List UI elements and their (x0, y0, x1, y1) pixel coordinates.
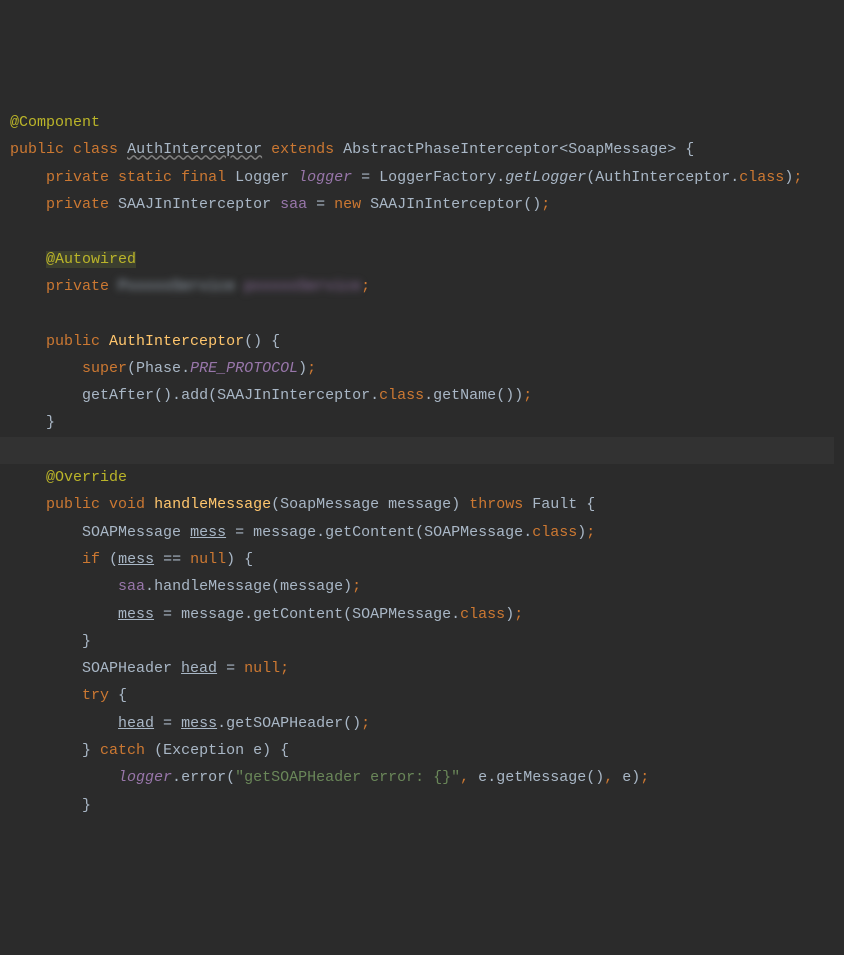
blurred-type: PxxxxxService (118, 278, 235, 295)
line-3: private static final Logger logger = Log… (10, 169, 802, 186)
line-14: @Override (10, 469, 127, 486)
line-2: public class AuthInterceptor extends Abs… (10, 141, 694, 158)
line-21: SOAPHeader head = null; (10, 660, 289, 677)
line-17: if (mess == null) { (10, 551, 253, 568)
annotation-autowired: @Autowired (46, 251, 136, 268)
line-15: public void handleMessage(SoapMessage me… (10, 496, 595, 513)
line-18: saa.handleMessage(message); (10, 578, 361, 595)
annotation-component: @Component (10, 114, 100, 131)
line-7: private PxxxxxService pxxxxxService; (10, 278, 370, 295)
line-24: } catch (Exception e) { (10, 742, 289, 759)
line-10: super(Phase.PRE_PROTOCOL); (10, 360, 316, 377)
line-empty-1 (10, 223, 19, 240)
line-19: mess = message.getContent(SOAPMessage.cl… (10, 606, 523, 623)
line-11: getAfter().add(SAAJInInterceptor.class.g… (10, 387, 532, 404)
line-1: @Component (10, 114, 100, 131)
line-20: } (10, 633, 91, 650)
line-4: private SAAJInInterceptor saa = new SAAJ… (10, 196, 550, 213)
line-25: logger.error("getSOAPHeader error: {}", … (10, 769, 649, 786)
line-16: SOAPMessage mess = message.getContent(SO… (10, 524, 595, 541)
line-empty-highlighted (0, 437, 834, 464)
blurred-field: pxxxxxService (244, 278, 361, 295)
line-empty-2 (10, 305, 19, 322)
line-12: } (10, 414, 55, 431)
line-23: head = mess.getSOAPHeader(); (10, 715, 370, 732)
line-22: try { (10, 687, 127, 704)
line-26: } (10, 797, 91, 814)
method-handlemessage: handleMessage (154, 496, 271, 513)
line-6: @Autowired (10, 251, 136, 268)
line-9: public AuthInterceptor() { (10, 333, 280, 350)
class-name: AuthInterceptor (127, 141, 262, 158)
annotation-override: @Override (46, 469, 127, 486)
code-editor[interactable]: @Component public class AuthInterceptor … (10, 109, 844, 819)
constructor-name: AuthInterceptor (109, 333, 244, 350)
